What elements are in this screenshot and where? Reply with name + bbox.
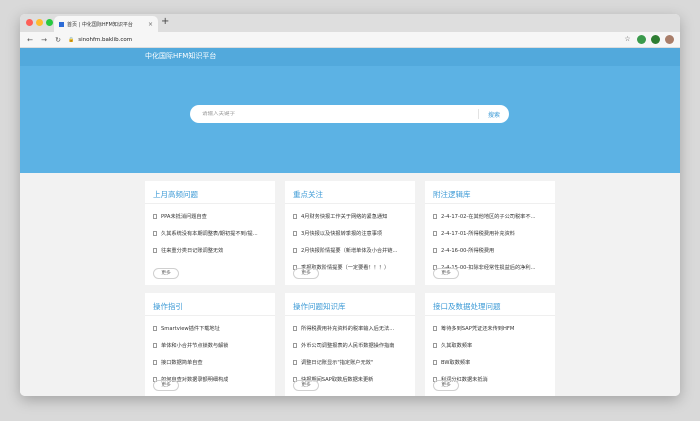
list-item[interactable]: Smartview插件下载地址 bbox=[153, 320, 269, 337]
bookmark-star-icon[interactable]: ☆ bbox=[623, 35, 632, 44]
card-title[interactable]: 重点关注 bbox=[293, 189, 323, 200]
document-icon bbox=[153, 326, 157, 331]
document-icon bbox=[433, 214, 437, 219]
search-button[interactable]: 搜索 bbox=[479, 110, 509, 119]
list-item[interactable]: 4月财务快报工作关于网络的紧急通知 bbox=[293, 208, 409, 225]
card-divider bbox=[425, 315, 555, 316]
card-divider bbox=[285, 203, 415, 204]
list-item[interactable]: BW取数频率 bbox=[433, 354, 549, 371]
card-operation-guide: 操作指引 Smartview插件下载地址 单体和小合并节点锁数与解锁 接口数据简… bbox=[145, 293, 275, 396]
browser-toolbar: ← → ↻ 🔒 sinohfm.baklib.com ☆ bbox=[20, 32, 680, 48]
card-list: 4月财务快报工作关于网络的紧急通知 3月快报以及快报转季报的注意事项 2月快报阶… bbox=[293, 208, 409, 276]
minimize-window-button[interactable] bbox=[36, 19, 43, 26]
toolbar-actions: ☆ bbox=[623, 35, 674, 44]
list-item[interactable]: 外币公司调整报表的人民币数据操作指南 bbox=[293, 337, 409, 354]
card-key-focus: 重点关注 4月财务快报工作关于网络的紧急通知 3月快报以及快报转季报的注意事项 … bbox=[285, 181, 415, 285]
card-list: 筹待多到SAP凭证还未传到HFM 久其取数频率 BW取数频率 利润分红数据未抵消 bbox=[433, 320, 549, 388]
document-icon bbox=[153, 360, 157, 365]
card-divider bbox=[145, 203, 275, 204]
address-bar[interactable]: 🔒 sinohfm.baklib.com bbox=[68, 37, 132, 43]
site-header bbox=[20, 48, 680, 66]
browser-window: 首页 | 中化国际HFM知识平台 × + ← → ↻ 🔒 sinohfm.bak… bbox=[20, 14, 680, 396]
document-icon bbox=[293, 214, 297, 219]
list-item[interactable]: 单体和小合并节点锁数与解锁 bbox=[153, 337, 269, 354]
document-icon bbox=[153, 343, 157, 348]
list-item[interactable]: 接口数据简单自查 bbox=[153, 354, 269, 371]
list-item[interactable]: 久其取数频率 bbox=[433, 337, 549, 354]
list-item[interactable]: 调整日记账显示"指定账户无效" bbox=[293, 354, 409, 371]
card-hot-questions: 上月高频问题 PPA未抵消问题自查 久其系统没有本期调整表/期初提不到/提...… bbox=[145, 181, 275, 285]
tab-bar: 首页 | 中化国际HFM知识平台 × + bbox=[20, 14, 680, 32]
url-text: sinohfm.baklib.com bbox=[78, 36, 133, 43]
document-icon bbox=[153, 231, 157, 236]
search-box: 搜索 bbox=[190, 105, 509, 123]
document-icon bbox=[293, 326, 297, 331]
hero-banner: 中化国际HFM知识平台 搜索 bbox=[20, 48, 680, 173]
more-button[interactable]: 更多 bbox=[153, 268, 179, 279]
lock-icon: 🔒 bbox=[68, 36, 75, 43]
new-tab-button[interactable]: + bbox=[161, 17, 169, 27]
card-list: 所得税费用补充资料的税率输入后无法... 外币公司调整报表的人民币数据操作指南 … bbox=[293, 320, 409, 388]
favicon-icon bbox=[59, 21, 64, 27]
reload-button[interactable]: ↻ bbox=[54, 36, 62, 44]
card-list: Smartview插件下载地址 单体和小合并节点锁数与解锁 接口数据简单自查 如… bbox=[153, 320, 269, 388]
more-button[interactable]: 更多 bbox=[433, 380, 459, 391]
document-icon bbox=[433, 360, 437, 365]
maximize-window-button[interactable] bbox=[46, 19, 53, 26]
list-item[interactable]: 所得税费用补充资料的税率输入后无法... bbox=[293, 320, 409, 337]
document-icon bbox=[153, 214, 157, 219]
list-item[interactable]: 往来重分类日记账调整无效 bbox=[153, 242, 269, 259]
search-input[interactable] bbox=[190, 111, 478, 117]
card-list: PPA未抵消问题自查 久其系统没有本期调整表/期初提不到/提... 往来重分类日… bbox=[153, 208, 269, 259]
tab-close-icon[interactable]: × bbox=[148, 21, 153, 28]
more-button[interactable]: 更多 bbox=[293, 380, 319, 391]
extension-icon[interactable] bbox=[651, 35, 660, 44]
close-window-button[interactable] bbox=[26, 19, 33, 26]
more-button[interactable]: 更多 bbox=[153, 380, 179, 391]
card-title[interactable]: 上月高频问题 bbox=[153, 189, 198, 200]
document-icon bbox=[433, 231, 437, 236]
document-icon bbox=[293, 360, 297, 365]
card-interface-data: 接口及数据处理问题 筹待多到SAP凭证还未传到HFM 久其取数频率 BW取数频率… bbox=[425, 293, 555, 396]
more-button[interactable]: 更多 bbox=[433, 268, 459, 279]
list-item[interactable]: PPA未抵消问题自查 bbox=[153, 208, 269, 225]
card-divider bbox=[425, 203, 555, 204]
list-item[interactable]: 久其系统没有本期调整表/期初提不到/提... bbox=[153, 225, 269, 242]
card-divider bbox=[145, 315, 275, 316]
profile-avatar[interactable] bbox=[665, 35, 674, 44]
document-icon bbox=[293, 343, 297, 348]
site-name[interactable]: 中化国际HFM知识平台 bbox=[145, 51, 216, 61]
card-divider bbox=[285, 315, 415, 316]
card-title[interactable]: 接口及数据处理问题 bbox=[433, 301, 501, 312]
card-title[interactable]: 附注逻辑库 bbox=[433, 189, 471, 200]
list-item[interactable]: 2-4-16-00-所得税费用 bbox=[433, 242, 549, 259]
card-title[interactable]: 操作指引 bbox=[153, 301, 183, 312]
forward-button[interactable]: → bbox=[40, 36, 48, 44]
page-content: 中化国际HFM知识平台 搜索 上月高频问题 PPA未抵消问题自查 久其系统没有本… bbox=[20, 48, 680, 396]
extension-icon[interactable] bbox=[637, 35, 646, 44]
card-notes-logic: 附注逻辑库 2-4-17-02-在其他地区的子公司税率不... 2-4-17-0… bbox=[425, 181, 555, 285]
card-operation-kb: 操作问题知识库 所得税费用补充资料的税率输入后无法... 外币公司调整报表的人民… bbox=[285, 293, 415, 396]
document-icon bbox=[293, 231, 297, 236]
list-item[interactable]: 2-4-17-01-所得税费用补充资料 bbox=[433, 225, 549, 242]
document-icon bbox=[293, 248, 297, 253]
document-icon bbox=[153, 248, 157, 253]
list-item[interactable]: 2-4-17-02-在其他地区的子公司税率不... bbox=[433, 208, 549, 225]
list-item[interactable]: 3月快报以及快报转季报的注意事项 bbox=[293, 225, 409, 242]
document-icon bbox=[433, 248, 437, 253]
document-icon bbox=[433, 326, 437, 331]
document-icon bbox=[433, 343, 437, 348]
back-button[interactable]: ← bbox=[26, 36, 34, 44]
list-item[interactable]: 2月快报阶情提要（新增单体及小合并链... bbox=[293, 242, 409, 259]
tab-title: 首页 | 中化国际HFM知识平台 bbox=[67, 21, 133, 28]
browser-tab[interactable]: 首页 | 中化国际HFM知识平台 × bbox=[54, 16, 158, 32]
card-title[interactable]: 操作问题知识库 bbox=[293, 301, 346, 312]
more-button[interactable]: 更多 bbox=[293, 268, 319, 279]
list-item[interactable]: 筹待多到SAP凭证还未传到HFM bbox=[433, 320, 549, 337]
card-list: 2-4-17-02-在其他地区的子公司税率不... 2-4-17-01-所得税费… bbox=[433, 208, 549, 276]
